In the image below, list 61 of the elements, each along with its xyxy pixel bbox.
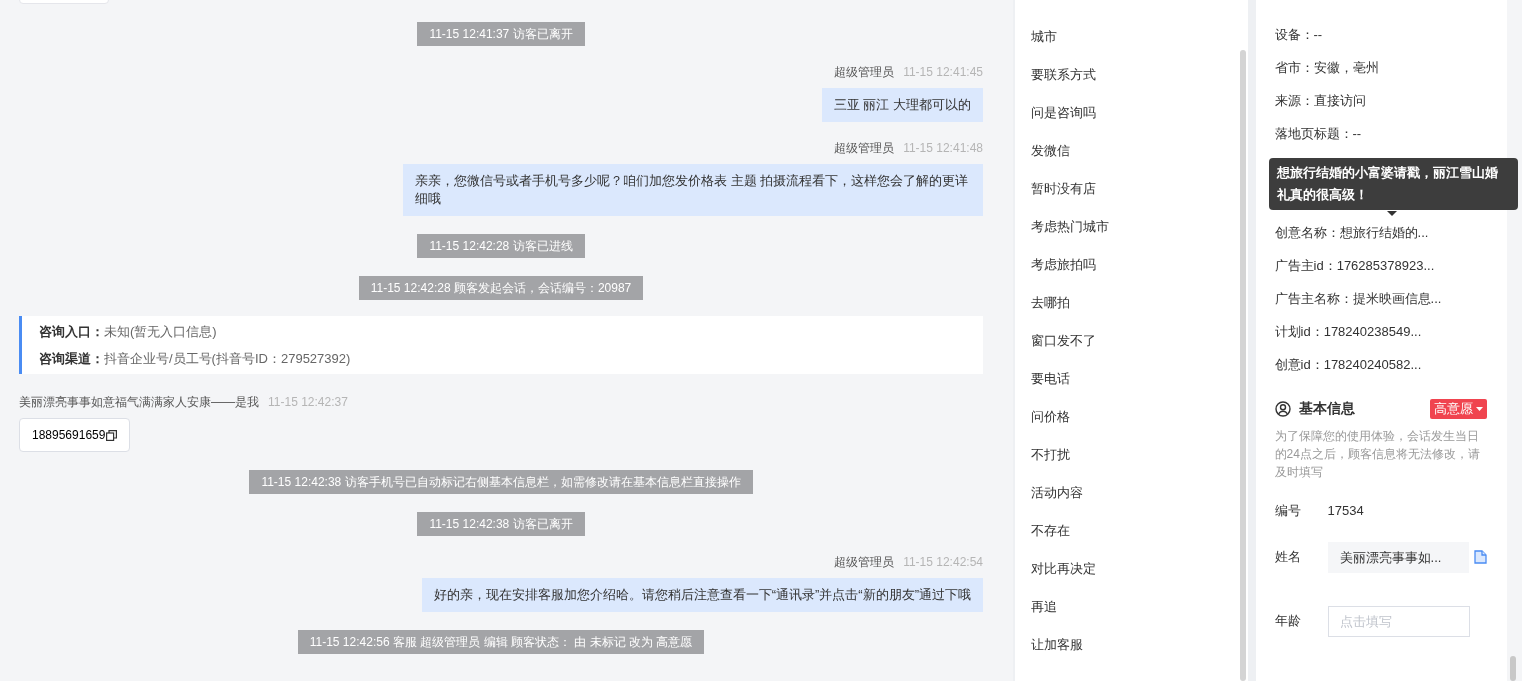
quick-reply-item[interactable]: 去哪拍 xyxy=(1015,293,1070,331)
age-field[interactable]: 点击填写 xyxy=(1327,605,1470,637)
quick-reply-item[interactable]: 活动内容 xyxy=(1015,483,1083,521)
caret-icon xyxy=(1476,406,1484,411)
quick-reply-item[interactable]: 要联系方式 xyxy=(1015,65,1096,103)
info-value: 抖音企业号/员工号(抖音号ID：279527392) xyxy=(104,350,351,368)
message-bubble: 亲亲，您微信号或者手机号多少呢？咱们加您发价格表 主题 拍摄流程看下，这样您会了解的更详细哦 xyxy=(403,164,983,216)
phone-number: 18895691659 xyxy=(32,427,106,443)
info-label: 咨询渠道： xyxy=(39,350,104,368)
quick-reply-item[interactable]: 发微信 xyxy=(1015,141,1070,179)
sender-name: 美丽漂亮事事如意福气满满家人安康——是我 xyxy=(19,394,259,410)
quick-reply-item[interactable]: 暂时没有店 xyxy=(1015,179,1096,217)
field-label: 年龄 xyxy=(1274,612,1302,631)
sender-name: 超级管理员 xyxy=(834,554,895,570)
info-label: 咨询入口： xyxy=(39,323,104,341)
user-icon xyxy=(1274,400,1291,417)
field-label: 编号 xyxy=(1274,502,1302,521)
quick-reply-item[interactable]: 再追 xyxy=(1015,597,1057,635)
quick-reply-item[interactable]: 考虑旅拍吗 xyxy=(1015,255,1096,293)
info-row-text: 省市：安徽，亳州 xyxy=(1274,59,1379,77)
system-notice: 11-15 12:42:56 客服 超级管理员 编辑 顾客状态： 由 未标记 改为 高意愿 xyxy=(297,630,705,654)
status-dropdown[interactable]: 高意愿 xyxy=(1430,398,1488,419)
message-time: 11-15 12:41:48 xyxy=(903,140,983,156)
tooltip: 想旅行结婚的小富婆请戳，丽江雪山婚礼真的很高级！ xyxy=(1269,158,1518,210)
message-bubble: 三亚 丽江 大理都可以的 xyxy=(821,88,983,122)
quick-reply-item[interactable]: 窗口发不了 xyxy=(1015,331,1096,369)
quick-reply-item[interactable]: 要电话 xyxy=(1015,369,1070,407)
sender-name: 超级管理员 xyxy=(834,64,895,80)
info-row-text: 计划id：178240238549... xyxy=(1274,323,1422,341)
system-notice: 11-15 12:42:28 顾客发起会话，会话编号：20987 xyxy=(358,276,644,300)
quick-reply-item[interactable]: 城市 xyxy=(1015,27,1057,65)
info-row-text: 广告主id：176285378923... xyxy=(1274,257,1435,275)
notice-text: 为了保障您的使用体验，会话发生当日的24点之后，顾客信息将无法修改，请及时填写 xyxy=(1274,428,1481,481)
system-notice: 11-15 12:42:38 访客手机号已自动标记右侧基本信息栏，如需修改请在基本信息栏直接操作 xyxy=(249,470,753,494)
info-row-text: 创意名称：想旅行结婚的... xyxy=(1274,224,1429,242)
quick-reply-item[interactable]: 问是咨询吗 xyxy=(1015,103,1096,141)
system-notice: 11-15 12:41:37 访客已离开 xyxy=(417,22,585,46)
message-bubble: 好的亲，现在安排客服加您介绍哈。请您稍后注意查看一下“通讯录”并点击“新的朋友”通过下哦 xyxy=(421,578,983,612)
message-time: 11-15 12:41:45 xyxy=(903,64,983,80)
system-notice: 11-15 12:42:28 访客已进线 xyxy=(417,234,585,258)
quick-reply-item[interactable]: 不存在 xyxy=(1015,521,1070,559)
copy-icon[interactable] xyxy=(106,429,118,441)
section-title: 基本信息 xyxy=(1298,399,1355,418)
name-field[interactable]: 美丽漂亮事事如... xyxy=(1327,541,1469,573)
sender-name: 超级管理员 xyxy=(834,140,895,156)
field-value: 17534 xyxy=(1327,502,1364,521)
info-row-text: 创意id：178240240582... xyxy=(1274,356,1422,374)
quick-reply-item[interactable]: 考虑热门城市 xyxy=(1015,217,1109,255)
quick-reply-item[interactable]: 不打扰 xyxy=(1015,445,1070,483)
quick-reply-item[interactable]: 让加客服 xyxy=(1015,635,1083,673)
quick-reply-item[interactable]: 问价格 xyxy=(1015,407,1070,445)
message-time: 11-15 12:42:54 xyxy=(903,554,983,570)
field-label: 姓名 xyxy=(1274,548,1302,567)
message-time: 11-15 12:42:37 xyxy=(268,394,348,410)
info-row-text: 设备：-- xyxy=(1274,26,1323,44)
system-notice: 11-15 12:42:38 访客已离开 xyxy=(417,512,585,536)
info-row-text: 广告主名称：提米映画信息... xyxy=(1274,290,1442,308)
quick-reply-item[interactable]: 对比再决定 xyxy=(1015,559,1096,597)
info-row-text: 落地页标题：-- xyxy=(1274,125,1362,143)
info-value: 未知(暂无入口信息) xyxy=(104,323,217,341)
info-row-text: 来源：直接访问 xyxy=(1274,92,1366,110)
